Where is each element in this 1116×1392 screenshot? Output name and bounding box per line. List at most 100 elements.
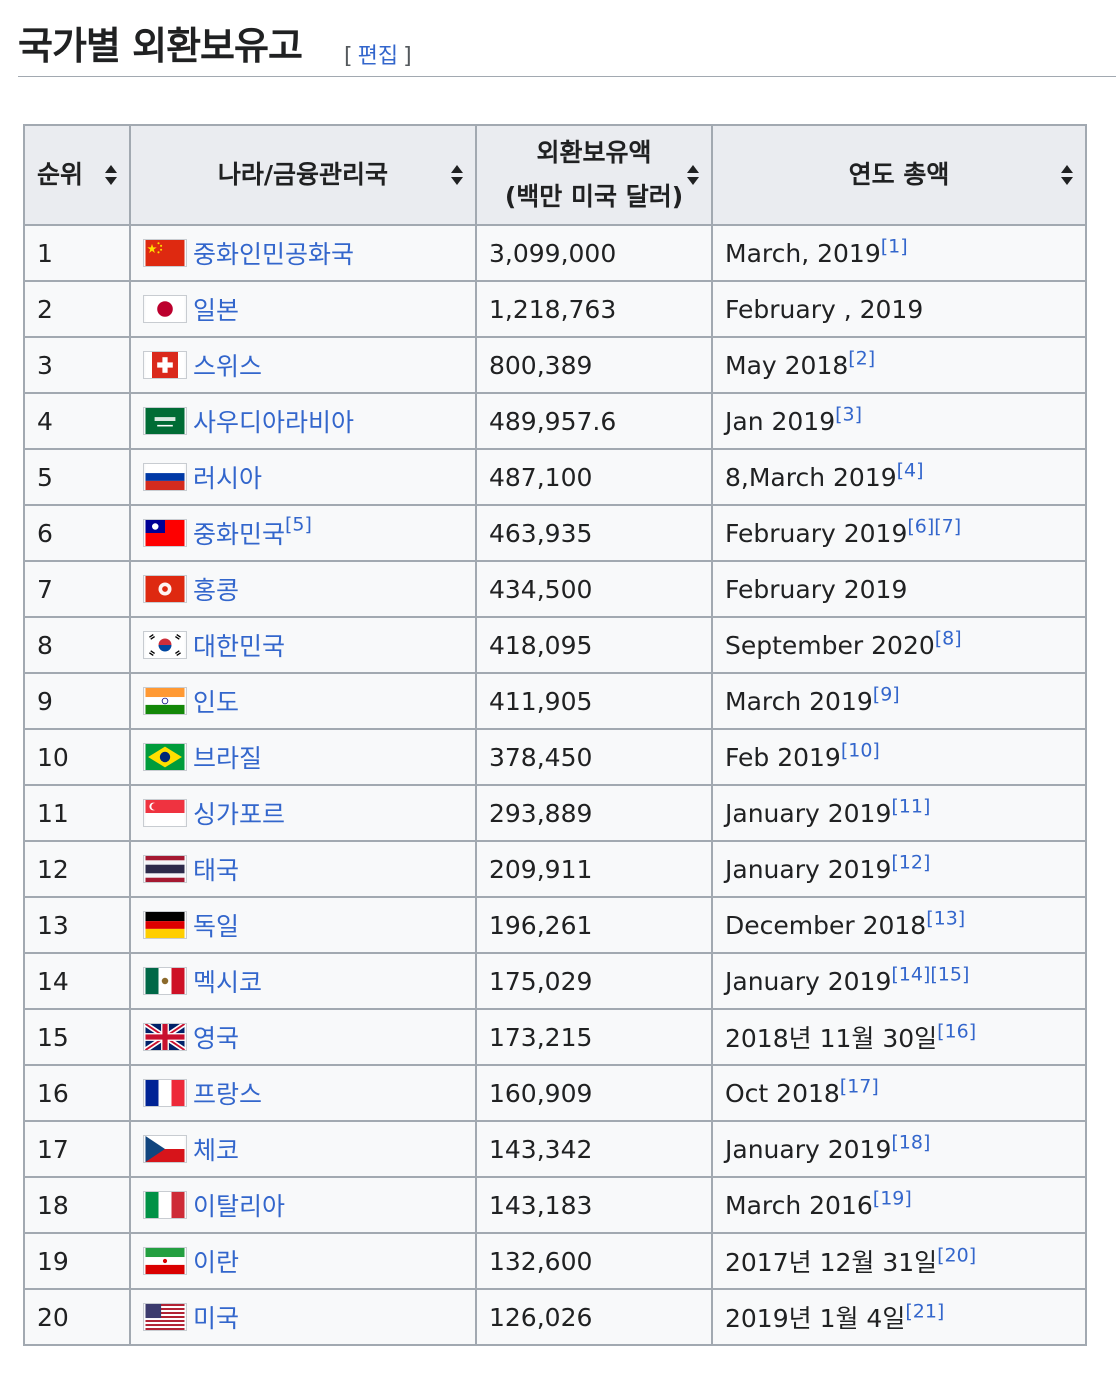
amount-cell: 209,911 xyxy=(475,840,713,898)
date-reference[interactable]: [17] xyxy=(840,1075,879,1097)
date-value: February , 2019 xyxy=(725,294,924,324)
date-reference[interactable]: [16] xyxy=(937,1021,976,1043)
rank-cell: 3 xyxy=(23,336,131,394)
flag-singapore-icon[interactable] xyxy=(143,799,187,827)
date-reference[interactable]: [14][15] xyxy=(891,963,969,985)
amount-value: 418,095 xyxy=(489,630,593,660)
flag-china-icon[interactable] xyxy=(143,239,187,267)
date-reference[interactable]: [20] xyxy=(937,1245,976,1267)
country-link[interactable]: 이란 xyxy=(193,1248,239,1277)
date-reference[interactable]: [3] xyxy=(835,403,862,425)
date-cell: 8,March 2019[4] xyxy=(711,448,1087,506)
table-row: 4 사우디아라비아 489,957.6 Jan 2019[3] xyxy=(23,392,1087,450)
flag-saudi-arabia-icon[interactable] xyxy=(143,407,187,435)
flag-usa-icon[interactable] xyxy=(143,1303,187,1331)
country-link[interactable]: 대한민국 xyxy=(193,632,285,661)
date-reference[interactable]: [6][7] xyxy=(907,515,961,537)
country-link[interactable]: 싱가포르 xyxy=(193,800,285,829)
flag-hong-kong-icon[interactable] xyxy=(143,575,187,603)
flag-brazil-icon[interactable] xyxy=(143,743,187,771)
country-cell: 체코 xyxy=(129,1120,477,1178)
flag-south-korea-icon[interactable] xyxy=(143,631,187,659)
flag-france-icon[interactable] xyxy=(143,1079,187,1107)
flag-taiwan-icon[interactable] xyxy=(143,519,187,547)
country-cell: 중화민국[5] xyxy=(129,504,477,562)
country-cell: 독일 xyxy=(129,896,477,954)
country-cell: 영국 xyxy=(129,1008,477,1066)
date-reference[interactable]: [10] xyxy=(841,739,880,761)
flag-germany-icon[interactable] xyxy=(143,911,187,939)
sort-icon[interactable] xyxy=(451,165,463,185)
date-reference[interactable]: [11] xyxy=(891,795,930,817)
country-link[interactable]: 사우디아라비아 xyxy=(193,408,354,437)
country-link[interactable]: 미국 xyxy=(193,1304,239,1333)
flag-iran-icon[interactable] xyxy=(143,1247,187,1275)
date-value: May 2018 xyxy=(725,350,849,380)
country-link[interactable]: 중화인민공화국 xyxy=(193,240,354,269)
edit-section: [편집] xyxy=(344,38,412,70)
country-link[interactable]: 중화민국 xyxy=(193,520,285,549)
amount-value: 160,909 xyxy=(489,1078,593,1108)
rank-value: 12 xyxy=(37,854,69,884)
rank-value: 6 xyxy=(37,518,53,548)
date-reference[interactable]: [13] xyxy=(926,907,965,929)
edit-bracket-close: ] xyxy=(403,44,412,69)
country-link[interactable]: 체코 xyxy=(193,1136,239,1165)
country-link[interactable]: 스위스 xyxy=(193,352,262,381)
flag-russia-icon[interactable] xyxy=(143,463,187,491)
country-link[interactable]: 일본 xyxy=(193,296,239,325)
country-reference[interactable]: [5] xyxy=(285,514,312,536)
table-row: 15 영국 173,215 2018년 11월 30일[16] xyxy=(23,1008,1087,1066)
date-cell: December 2018[13] xyxy=(711,896,1087,954)
date-reference[interactable]: [19] xyxy=(873,1187,912,1209)
rank-cell: 8 xyxy=(23,616,131,674)
country-link[interactable]: 독일 xyxy=(193,912,239,941)
country-link[interactable]: 러시아 xyxy=(193,464,262,493)
section-heading: 국가별 외환보유고 [편집] xyxy=(18,14,1116,77)
date-value: January 2019 xyxy=(725,854,892,884)
flag-czech-icon[interactable] xyxy=(143,1135,187,1163)
rank-cell: 13 xyxy=(23,896,131,954)
amount-cell: 143,183 xyxy=(475,1176,713,1234)
flag-mexico-icon[interactable] xyxy=(143,967,187,995)
country-link[interactable]: 이탈리아 xyxy=(193,1192,285,1221)
amount-value: 132,600 xyxy=(489,1246,593,1276)
date-cell: Feb 2019[10] xyxy=(711,728,1087,786)
country-cell: 일본 xyxy=(129,280,477,338)
flag-thailand-icon[interactable] xyxy=(143,855,187,883)
sort-icon[interactable] xyxy=(1061,165,1073,185)
header-date[interactable]: 연도 총액 xyxy=(711,124,1087,226)
flag-switzerland-icon[interactable] xyxy=(143,351,187,379)
flag-italy-icon[interactable] xyxy=(143,1191,187,1219)
date-reference[interactable]: [18] xyxy=(891,1131,930,1153)
date-reference[interactable]: [12] xyxy=(891,851,930,873)
header-rank[interactable]: 순위 xyxy=(23,124,131,226)
rank-cell: 2 xyxy=(23,280,131,338)
country-link[interactable]: 영국 xyxy=(193,1024,239,1053)
date-cell: March 2016[19] xyxy=(711,1176,1087,1234)
sort-icon[interactable] xyxy=(687,165,699,185)
country-link[interactable]: 멕시코 xyxy=(193,968,262,997)
header-amount[interactable]: 외환보유액 (백만 미국 달러) xyxy=(475,124,713,226)
flag-united-kingdom-icon[interactable] xyxy=(143,1023,187,1051)
rank-value: 15 xyxy=(37,1022,69,1052)
date-reference[interactable]: [8] xyxy=(935,627,962,649)
table-row: 2 일본 1,218,763 February , 2019 xyxy=(23,280,1087,338)
sort-icon[interactable] xyxy=(105,165,117,185)
flag-japan-icon[interactable] xyxy=(143,295,187,323)
country-link[interactable]: 태국 xyxy=(193,856,239,885)
country-link[interactable]: 홍콩 xyxy=(193,576,239,605)
country-link[interactable]: 프랑스 xyxy=(193,1080,262,1109)
date-reference[interactable]: [9] xyxy=(873,683,900,705)
date-reference[interactable]: [1] xyxy=(881,235,908,257)
date-reference[interactable]: [2] xyxy=(848,347,875,369)
country-link[interactable]: 인도 xyxy=(193,688,239,717)
country-link[interactable]: 브라질 xyxy=(193,744,262,773)
date-reference[interactable]: [21] xyxy=(905,1301,944,1323)
date-reference[interactable]: [4] xyxy=(897,459,924,481)
rank-value: 19 xyxy=(37,1246,69,1276)
header-country[interactable]: 나라/금융관리국 xyxy=(129,124,477,226)
edit-link[interactable]: 편집 xyxy=(358,44,398,69)
flag-india-icon[interactable] xyxy=(143,687,187,715)
rank-cell: 14 xyxy=(23,952,131,1010)
